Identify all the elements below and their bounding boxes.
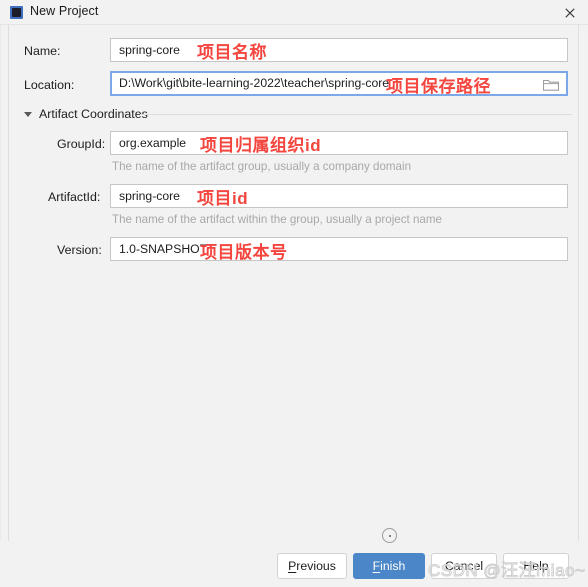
groupid-label: GroupId: (57, 137, 106, 151)
location-input[interactable]: D:\Work\git\bite-learning-2022\teacher\s… (110, 71, 568, 96)
help-button-label: Help (523, 559, 549, 573)
artifact-coordinates-title: Artifact Coordinates (39, 107, 148, 121)
artifactid-label: ArtifactId: (48, 190, 101, 204)
artifactid-input[interactable]: spring-core (110, 184, 568, 208)
annotation-version: 项目版本号 (200, 243, 288, 262)
finish-button[interactable]: Finish (353, 553, 425, 579)
location-label: Location: (24, 78, 75, 92)
artifactid-input-value: spring-core (119, 189, 180, 203)
window-edge-right (578, 25, 579, 541)
chevron-down-icon (24, 111, 32, 117)
close-icon[interactable] (552, 0, 588, 25)
previous-button-label: Previous (288, 559, 336, 573)
annotation-groupid: 项目归属组织id (200, 136, 322, 155)
folder-icon[interactable] (542, 78, 560, 91)
name-input-value: spring-core (119, 43, 180, 57)
annotation-name: 项目名称 (197, 43, 267, 62)
cancel-button[interactable]: Cancel (431, 553, 497, 579)
groupid-hint: The name of the artifact group, usually … (112, 160, 412, 173)
section-divider (140, 114, 572, 115)
artifactid-hint: The name of the artifact within the grou… (112, 213, 442, 226)
finish-button-label: Finish (372, 559, 406, 573)
version-input[interactable]: 1.0-SNAPSHOT (110, 237, 568, 261)
annotation-location: 项目保存路径 (386, 77, 491, 96)
version-label: Version: (57, 243, 102, 257)
intellij-idea-icon (10, 6, 23, 19)
cancel-button-label: Cancel (444, 559, 484, 573)
annotation-artifactid: 项目id (197, 189, 249, 208)
version-input-value: 1.0-SNAPSHOT (119, 242, 208, 256)
help-dot-circle-icon[interactable] (382, 528, 397, 543)
groupid-input-value: org.example (119, 136, 187, 150)
new-project-dialog: New Project Name: spring-core 项目名称 Locat… (0, 0, 588, 587)
title-bar: New Project (0, 0, 588, 25)
window-title: New Project (30, 4, 99, 18)
previous-button[interactable]: Previous (277, 553, 347, 579)
window-edge-left (8, 25, 9, 541)
help-button[interactable]: Help (503, 553, 569, 579)
window-edge-outer (0, 25, 1, 541)
groupid-input[interactable]: org.example (110, 131, 568, 155)
name-label: Name: (24, 44, 61, 58)
name-input[interactable]: spring-core (110, 38, 568, 62)
artifact-coordinates-section-toggle[interactable]: Artifact Coordinates (24, 106, 148, 122)
location-input-value: D:\Work\git\bite-learning-2022\teacher\s… (119, 76, 390, 90)
